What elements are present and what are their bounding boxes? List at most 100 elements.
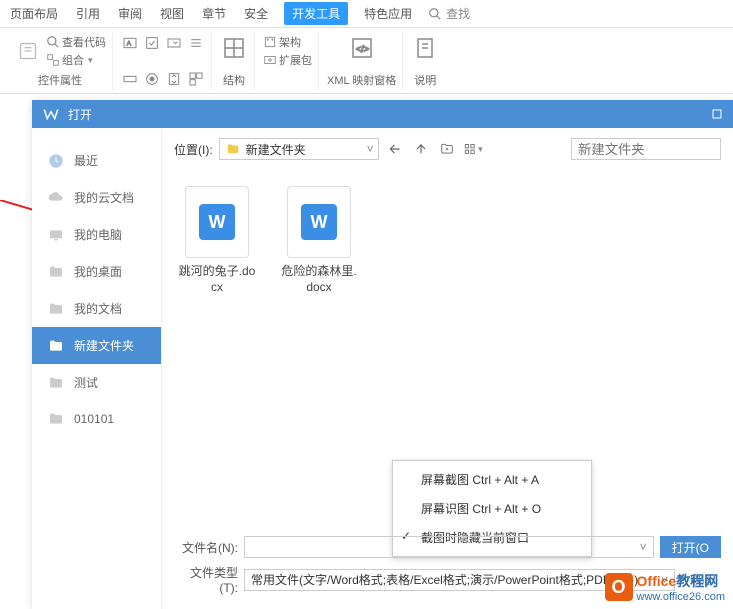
- ribbon-tab-view[interactable]: 视图: [158, 1, 186, 26]
- file-search-input[interactable]: [571, 138, 721, 160]
- docx-badge-icon: W: [199, 204, 235, 240]
- sidebar-item-computer[interactable]: 我的电脑: [32, 216, 161, 253]
- location-bar: 位置(I): 新建文件夹 ˅: [162, 128, 733, 170]
- location-value: 新建文件夹: [246, 141, 306, 158]
- folder-icon: [48, 338, 64, 354]
- sidebar-item-test[interactable]: 测试: [32, 364, 161, 401]
- widget-spin-icon[interactable]: [165, 70, 183, 88]
- combine-button[interactable]: 组合: [46, 52, 106, 68]
- ribbon-tab-references[interactable]: 引用: [74, 1, 102, 26]
- back-button[interactable]: [385, 139, 405, 159]
- sidebar-item-recent[interactable]: 最近: [32, 142, 161, 179]
- sidebar-label: 新建文件夹: [74, 337, 134, 354]
- widget-text-icon[interactable]: A: [121, 34, 139, 52]
- schema-button[interactable]: 架构: [263, 34, 301, 50]
- cloud-icon: [48, 190, 64, 206]
- location-label: 位置(I):: [174, 141, 213, 158]
- svg-text:A: A: [127, 41, 132, 48]
- filename-label: 文件名(N):: [174, 539, 238, 556]
- filetype-label: 文件类型(T):: [174, 564, 238, 595]
- ribbon-group-xml-mapping: </> XML 映射窗格: [321, 32, 403, 90]
- wps-logo-icon: [42, 105, 60, 123]
- svg-text:</>: </>: [356, 44, 369, 54]
- structure-icon[interactable]: [220, 34, 248, 62]
- sidebar-label: 我的桌面: [74, 263, 122, 280]
- folder-icon: [226, 142, 240, 156]
- dialog-titlebar: 打开: [32, 100, 733, 128]
- sidebar-label: 我的电脑: [74, 226, 122, 243]
- up-button[interactable]: [411, 139, 431, 159]
- folder-icon: [48, 264, 64, 280]
- description-label: 说明: [414, 72, 436, 88]
- watermark: O Office教程网 www.office26.com: [605, 571, 725, 603]
- sidebar-label: 我的文档: [74, 300, 122, 317]
- file-thumbnail: W: [185, 186, 249, 258]
- controls-props-label: 控件属性: [38, 72, 82, 88]
- widget-radio-icon[interactable]: [143, 70, 161, 88]
- search-label: 查找: [446, 5, 470, 22]
- open-button[interactable]: 打开(O: [660, 536, 721, 558]
- properties-icon[interactable]: [14, 37, 42, 65]
- ribbon-tab-developer[interactable]: 开发工具: [284, 2, 348, 25]
- expansion-button[interactable]: 扩展包: [263, 52, 312, 68]
- xml-mapping-label: XML 映射窗格: [327, 72, 396, 88]
- widget-list-icon[interactable]: [187, 34, 205, 52]
- widget-more-icon[interactable]: [187, 70, 205, 88]
- ribbon-tab-security[interactable]: 安全: [242, 1, 270, 26]
- description-icon[interactable]: [411, 34, 439, 62]
- open-dialog: 打开 最近 我的云文档 我的电脑 我的桌面 我的文档: [32, 100, 733, 609]
- ribbon-tab-page-layout[interactable]: 页面布局: [8, 1, 60, 26]
- dialog-title-text: 打开: [68, 106, 92, 123]
- watermark-brand: Office教程网: [637, 573, 719, 589]
- menu-item-screenshot[interactable]: 屏幕截图 Ctrl + Alt + A: [393, 465, 591, 494]
- ribbon-group-xml: 架构 扩展包: [257, 32, 319, 90]
- file-item[interactable]: W 危险的森林里.docx: [280, 186, 358, 295]
- ribbon-group-structure: 结构: [214, 32, 255, 90]
- file-grid[interactable]: W 跳河的兔子.docx W 危险的森林里.docx 屏幕截图 Ctrl + A…: [162, 170, 733, 528]
- dialog-main: 位置(I): 新建文件夹 ˅ W 跳河的兔子.docx: [162, 128, 733, 609]
- filetype-value: 常用文件(文字/Word格式;表格/Excel格式;演示/PowerPoint格…: [251, 571, 638, 588]
- widget-check-icon[interactable]: [143, 34, 161, 52]
- sidebar-item-desktop[interactable]: 我的桌面: [32, 253, 161, 290]
- computer-icon: [48, 227, 64, 243]
- ribbon-tabs: 页面布局 引用 审阅 视图 章节 安全 开发工具 特色应用 查找: [0, 0, 733, 28]
- file-name: 跳河的兔子.docx: [178, 264, 256, 295]
- menu-item-screen-ocr[interactable]: 屏幕识图 Ctrl + Alt + O: [393, 494, 591, 523]
- sidebar-label: 测试: [74, 374, 98, 391]
- widget-dropdown-icon[interactable]: [165, 34, 183, 52]
- new-folder-button[interactable]: [437, 139, 457, 159]
- clock-icon: [48, 153, 64, 169]
- view-code-button[interactable]: 查看代码: [46, 34, 106, 50]
- file-name: 危险的森林里.docx: [280, 264, 358, 295]
- xml-mapping-icon[interactable]: </>: [348, 34, 376, 62]
- sidebar-item-documents[interactable]: 我的文档: [32, 290, 161, 327]
- watermark-url: www.office26.com: [637, 591, 725, 603]
- ribbon-content: 查看代码 组合 控件属性 A 结构: [0, 28, 733, 94]
- dialog-maximize-icon[interactable]: [711, 108, 723, 120]
- folder-icon: [48, 411, 64, 427]
- view-mode-button[interactable]: [463, 139, 483, 159]
- ribbon-group-widgets: A: [115, 32, 212, 90]
- file-item[interactable]: W 跳河的兔子.docx: [178, 186, 256, 295]
- search-icon: [428, 7, 442, 21]
- file-thumbnail: W: [287, 186, 351, 258]
- ribbon-tab-review[interactable]: 审阅: [116, 1, 144, 26]
- location-dropdown[interactable]: 新建文件夹 ˅: [219, 138, 379, 160]
- structure-label: 结构: [223, 72, 245, 88]
- ribbon-group-controls: 查看代码 组合 控件属性: [8, 32, 113, 90]
- ribbon-group-description: 说明: [405, 32, 445, 90]
- folder-icon: [48, 301, 64, 317]
- chevron-down-icon: ˅: [640, 540, 647, 554]
- sidebar-label: 最近: [74, 152, 98, 169]
- dialog-sidebar: 最近 我的云文档 我的电脑 我的桌面 我的文档 新建文件夹: [32, 128, 162, 609]
- sidebar-item-cloud[interactable]: 我的云文档: [32, 179, 161, 216]
- sidebar-item-new-folder[interactable]: 新建文件夹: [32, 327, 161, 364]
- sidebar-label: 010101: [74, 412, 114, 426]
- ribbon-tab-features[interactable]: 特色应用: [362, 1, 414, 26]
- filename-input[interactable]: ˅: [244, 536, 654, 558]
- sidebar-item-010101[interactable]: 010101: [32, 401, 161, 437]
- widget-input-icon[interactable]: [121, 70, 139, 88]
- office-logo-icon: O: [605, 573, 633, 601]
- ribbon-search[interactable]: 查找: [428, 5, 470, 22]
- ribbon-tab-chapters[interactable]: 章节: [200, 1, 228, 26]
